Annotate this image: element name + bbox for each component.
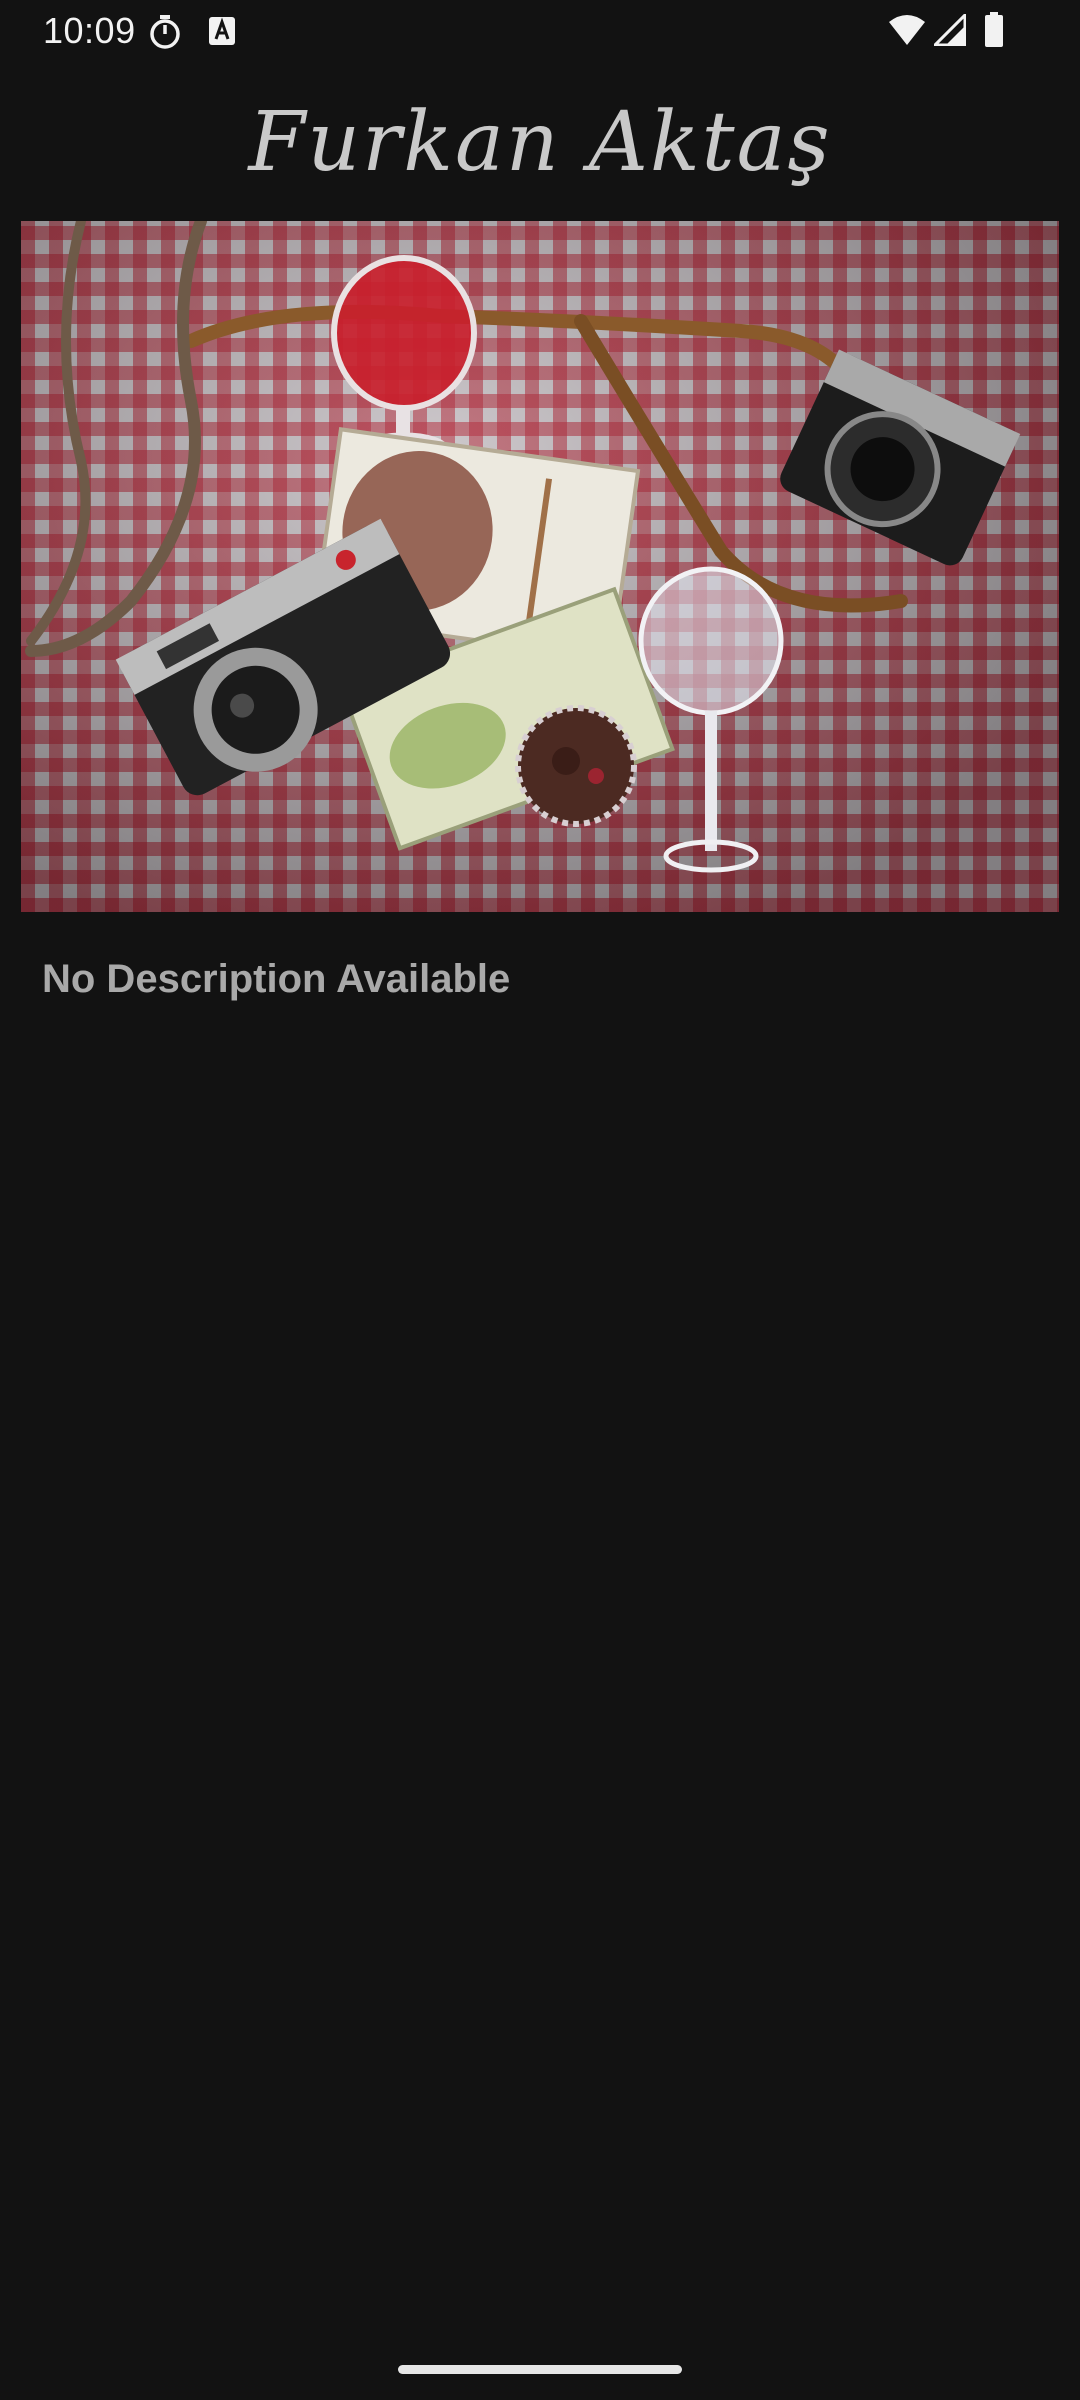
status-time: 10:09 [43,10,136,51]
description-text: No Description Available [42,957,511,1001]
battery-icon [984,12,1004,52]
feature-photo [21,221,1059,912]
wifi-icon [888,14,926,50]
signal-icon [931,11,967,50]
stopwatch-icon [148,14,182,54]
page-title: Furkan Aktaş [248,95,832,190]
font-a-icon [208,16,236,50]
home-indicator[interactable] [398,2365,682,2374]
status-bar: 10:09 [0,0,1080,62]
